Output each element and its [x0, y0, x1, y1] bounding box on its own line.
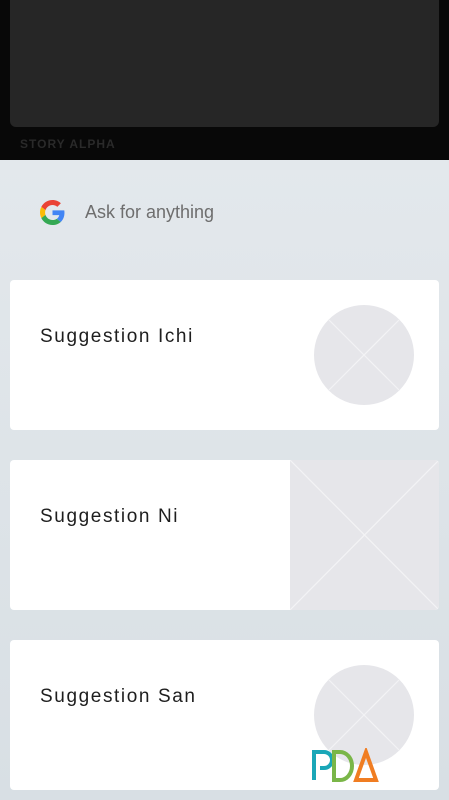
suggestion-title: Suggestion Ichi [40, 326, 194, 347]
suggestion-title: Suggestion Ni [40, 506, 180, 527]
suggestion-title: Suggestion San [40, 686, 197, 707]
story-card[interactable] [10, 0, 439, 127]
suggestion-card-ichi[interactable]: Suggestion Ichi [10, 280, 439, 430]
story-area: STORY ALPHA [0, 0, 449, 160]
suggestion-card-ni[interactable]: Suggestion Ni [10, 460, 439, 610]
search-input[interactable]: Ask for anything [85, 202, 214, 223]
search-bar[interactable]: Ask for anything [0, 160, 449, 264]
story-label: STORY ALPHA [20, 137, 116, 151]
suggestion-feed: Ask for anything Suggestion Ichi Suggest… [0, 160, 449, 800]
